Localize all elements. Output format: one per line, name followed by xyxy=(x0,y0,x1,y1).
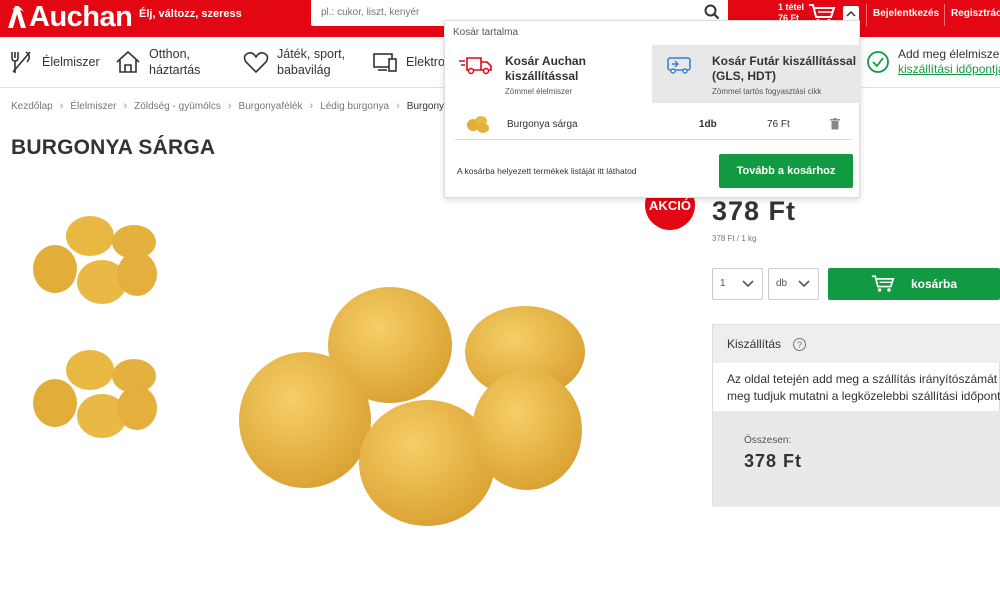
house-icon xyxy=(116,50,140,73)
chevron-right-icon: › xyxy=(227,100,232,112)
nav-toys-label-2: babavilág xyxy=(277,63,331,77)
total-label: Összesen: xyxy=(744,435,792,446)
help-icon[interactable]: ? xyxy=(793,338,807,352)
cart-item-count: 1 tétel xyxy=(778,2,805,12)
cart-tab-auchan-title-1: Kosár Auchan xyxy=(505,54,586,68)
breadcrumb: Kezdőlap › Élelmiszer › Zöldség - gyümölcs… xyxy=(11,100,477,112)
cart-tab-courier-sub: Zömmel tartós fogyasztási cikk xyxy=(712,87,822,96)
nav-toys-label-1: Játék, sport, xyxy=(277,47,346,61)
nav-toys[interactable]: Játék, sport, babavilág xyxy=(243,37,345,87)
nav-home-label-1: Otthon, xyxy=(149,47,190,61)
search-icon[interactable] xyxy=(704,4,720,20)
nav-home[interactable]: Otthon, háztartás xyxy=(115,37,200,87)
cart-tab-auchan-title-2: kiszállítással xyxy=(505,69,579,83)
product-thumbnail[interactable] xyxy=(30,348,160,440)
breadcrumb-item[interactable]: Zöldség - gyümölcs xyxy=(134,101,221,112)
chevron-right-icon: › xyxy=(59,100,64,112)
cart-popup-header: Kosár tartalma xyxy=(453,27,519,38)
tagline: Élj, változz, szeress xyxy=(139,8,242,20)
login-link[interactable]: Bejelentkezés xyxy=(873,8,939,19)
cart-item-name[interactable]: Burgonya sárga xyxy=(507,119,578,130)
divider xyxy=(944,4,945,26)
add-to-cart-button[interactable]: kosárba xyxy=(828,268,1000,300)
nav-home-label-2: háztartás xyxy=(149,63,201,77)
shipping-text-1: Az oldal tetején add meg a szállítás irá… xyxy=(727,372,1000,386)
cart-icon xyxy=(871,275,895,292)
breadcrumb-item[interactable]: Lédig burgonya xyxy=(320,101,389,112)
clock-icon xyxy=(867,51,889,73)
add-to-cart-label: kosárba xyxy=(910,277,958,291)
chevron-right-icon: › xyxy=(396,100,400,112)
register-link[interactable]: Regisztráció xyxy=(951,8,1000,19)
page-title: BURGONYA SÁRGA xyxy=(11,136,216,159)
heart-icon xyxy=(243,52,269,74)
product-thumbnail[interactable] xyxy=(30,214,160,306)
logo-text: Auchan xyxy=(29,0,133,33)
delivery-link[interactable]: kiszállítási időpontja xyxy=(898,62,1000,76)
unit-value: db xyxy=(776,278,788,289)
cart-item-price: 76 Ft xyxy=(767,119,790,130)
cart-item-thumbnail xyxy=(467,116,489,133)
shipping-header: Kiszállítás xyxy=(727,337,782,351)
cart-tab-courier-title-2: (GLS, HDT) xyxy=(712,69,776,83)
cart-item-row: Burgonya sárga 1db 76 Ft xyxy=(455,111,851,140)
fork-knife-icon xyxy=(11,51,31,73)
breadcrumb-item[interactable]: Kezdőlap xyxy=(11,101,53,112)
product-price: 378 Ft xyxy=(712,196,797,226)
quantity-value: 1 xyxy=(720,278,726,289)
delivery-truck-icon xyxy=(459,57,492,75)
unit-price: 378 Ft / 1 kg xyxy=(712,234,757,243)
cart-item-qty: 1db xyxy=(699,119,717,130)
cart-tab-auchan[interactable]: Kosár Auchan kiszállítással Zömmel élelmi… xyxy=(445,45,652,103)
checkout-button[interactable]: Tovább a kosárhoz xyxy=(719,154,853,188)
chevron-down-icon xyxy=(798,280,810,288)
shipping-text-2: meg tudjuk mutatni a legközelebbi szállí… xyxy=(727,389,1000,403)
chevron-right-icon: › xyxy=(123,100,128,112)
unit-select[interactable]: db xyxy=(768,268,819,300)
quantity-select[interactable]: 1 xyxy=(712,268,763,300)
breadcrumb-item[interactable]: Burgonyafélék xyxy=(239,101,303,112)
devices-icon xyxy=(373,53,397,72)
chevron-right-icon: › xyxy=(309,100,314,112)
shipping-panel: Kiszállítás? Az oldal tetején add meg a … xyxy=(712,324,1000,507)
delivery-label-1: Add meg élelmiszer xyxy=(898,47,1000,61)
cart-popup: Kosár tartalma Kosár Auchan kiszállítássa… xyxy=(444,20,861,198)
cart-tab-auchan-sub: Zömmel élelmiszer xyxy=(505,87,573,96)
divider xyxy=(866,4,867,26)
cart-tab-courier[interactable]: Kosár Futár kiszállítással (GLS, HDT) Zöm… xyxy=(652,45,861,103)
product-image xyxy=(239,287,585,526)
trash-icon[interactable] xyxy=(830,118,840,130)
auchan-logo[interactable]: Auchan xyxy=(6,0,133,33)
total-box: Összesen: 378 Ft xyxy=(713,411,1000,507)
nav-delivery-time[interactable]: Add meg élelmiszer kiszállítási időpontja xyxy=(866,37,1000,87)
cart-tab-courier-title-1: Kosár Futár kiszállítással xyxy=(712,54,857,68)
cart-popup-footer-text: A kosárba helyezett termékek listáját it… xyxy=(457,166,637,176)
total-value: 378 Ft xyxy=(744,451,803,471)
bird-logo-icon xyxy=(8,6,26,28)
nav-food-label: Élelmiszer xyxy=(42,55,100,69)
breadcrumb-item[interactable]: Élelmiszer xyxy=(70,101,116,112)
chevron-down-icon xyxy=(742,280,754,288)
nav-food[interactable]: Élelmiszer xyxy=(8,37,100,87)
courier-van-icon xyxy=(667,57,691,74)
